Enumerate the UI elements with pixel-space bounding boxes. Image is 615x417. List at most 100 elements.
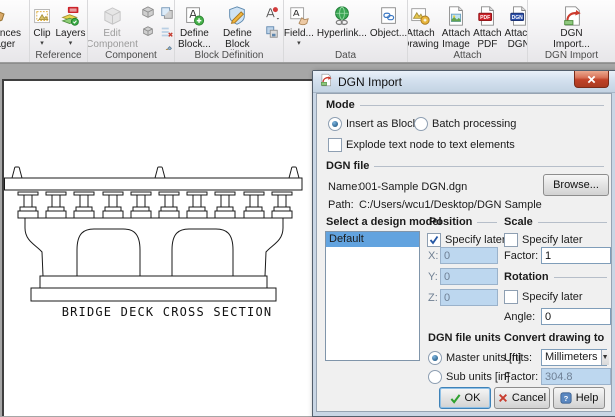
drawing-caption: BRIDGE DECK CROSS SECTION bbox=[62, 305, 273, 319]
right-arch bbox=[172, 229, 233, 276]
attribute-manager-icon[interactable] bbox=[263, 4, 281, 22]
ok-check-icon bbox=[450, 393, 461, 404]
references-manager-label: References Manager bbox=[0, 29, 26, 50]
position-specify-later-checkbox[interactable]: Specify later bbox=[427, 233, 506, 247]
dialog-body: Mode Insert as Block Batch processing Ex… bbox=[316, 93, 612, 412]
mode-header: Mode bbox=[326, 99, 604, 111]
footing-step-1 bbox=[40, 276, 267, 288]
x-input[interactable] bbox=[440, 247, 498, 264]
ribbon-group-reference: Clip ▾ Layers ▾ Reference bbox=[30, 0, 88, 62]
units-label: Units: bbox=[504, 352, 532, 364]
y-input[interactable] bbox=[440, 268, 498, 285]
help-button[interactable]: ? Help bbox=[553, 387, 605, 409]
explode-text-checkbox[interactable]: Explode text node to text elements bbox=[328, 138, 515, 152]
attach-pdf-button[interactable]: PDF Attach PDF bbox=[472, 2, 502, 50]
browse-button[interactable]: Browse... bbox=[543, 174, 609, 196]
object-button[interactable]: Object... bbox=[369, 2, 407, 41]
close-icon bbox=[587, 75, 596, 84]
name-label: Name: bbox=[328, 181, 360, 193]
define-block-attribute-button[interactable]: Define Block Attribute... bbox=[213, 2, 262, 50]
hyperlink-icon bbox=[331, 3, 353, 29]
chevron-down-icon: ▾ bbox=[40, 40, 44, 47]
layers-button[interactable]: Layers ▾ bbox=[55, 2, 87, 48]
define-block-icon bbox=[183, 3, 205, 29]
object-icon bbox=[378, 3, 400, 29]
units-value: Millimeters bbox=[542, 350, 601, 365]
convert-factor-label: Factor: bbox=[504, 371, 538, 383]
dialog-titlebar[interactable]: DGN Import bbox=[313, 71, 615, 93]
clip-icon bbox=[32, 3, 53, 29]
cancel-button[interactable]: Cancel bbox=[494, 387, 550, 409]
field-icon bbox=[288, 3, 310, 29]
x-label: X: bbox=[428, 250, 438, 262]
ribbon-group-data: Field... ▾ Hyperlink... Object... Data bbox=[284, 0, 408, 62]
rotation-specify-later-checkbox[interactable]: Specify later bbox=[504, 290, 583, 304]
z-input[interactable] bbox=[440, 289, 498, 306]
ribbon: References Manager Clip ▾ Layers ▾ Refer… bbox=[0, 0, 615, 63]
ribbon-group-component: Edit Component Component bbox=[88, 0, 175, 62]
ribbon-group-dgn-import: DGN Import... DGN Import bbox=[528, 0, 615, 62]
z-label: Z: bbox=[428, 292, 438, 304]
rotation-header: Rotation bbox=[504, 271, 607, 283]
svg-text:DGN: DGN bbox=[511, 15, 523, 21]
chevron-down-icon: ▾ bbox=[297, 40, 301, 47]
dgn-units-header: DGN file units bbox=[428, 332, 501, 344]
dgn-import-dialog: DGN Import Mode Insert as Block Batch pr… bbox=[312, 70, 615, 417]
path-value: C:/Users/wcu1/Desktop/DGN Sample bbox=[359, 199, 542, 211]
references-manager-button[interactable]: References Manager bbox=[0, 2, 27, 50]
dialog-title-icon bbox=[319, 73, 333, 90]
cancel-x-icon bbox=[498, 393, 508, 403]
units-combobox[interactable]: Millimeters ▼ bbox=[541, 349, 607, 366]
define-block-button[interactable]: Define Block... bbox=[177, 2, 212, 50]
deck-slab bbox=[5, 178, 303, 190]
footing-step-2 bbox=[31, 288, 276, 301]
scale-factor-label: Factor: bbox=[504, 250, 538, 262]
svg-text:PDF: PDF bbox=[480, 15, 490, 21]
y-label: Y: bbox=[428, 271, 438, 283]
define-block-attribute-icon bbox=[226, 3, 248, 29]
insert-as-block-radio[interactable]: Insert as Block bbox=[328, 117, 418, 131]
attach-image-icon bbox=[445, 3, 467, 29]
insert-component-icon[interactable] bbox=[139, 4, 157, 22]
sub-units-radio[interactable]: Sub units [in] bbox=[428, 370, 510, 384]
ribbon-group-attach: Attach Drawing Attach Image PDF Attach P… bbox=[408, 0, 528, 62]
bridge-drawing: BRIDGE DECK CROSS SECTION bbox=[4, 81, 314, 416]
dgn-import-button[interactable]: DGN Import... bbox=[547, 2, 597, 50]
ok-button[interactable]: OK bbox=[439, 387, 491, 409]
position-header: Position bbox=[429, 216, 497, 228]
clip-button[interactable]: Clip ▾ bbox=[31, 2, 54, 48]
ribbon-group-block-definition: Define Block... Define Block Attribute..… bbox=[175, 0, 284, 62]
convert-factor-input[interactable] bbox=[541, 368, 611, 385]
scale-header: Scale bbox=[504, 216, 607, 228]
design-model-list[interactable]: Default bbox=[325, 231, 420, 361]
close-button[interactable] bbox=[574, 71, 609, 88]
attach-pdf-icon: PDF bbox=[476, 3, 498, 29]
angle-label: Angle: bbox=[504, 311, 535, 323]
references-manager-icon bbox=[0, 3, 8, 29]
list-item[interactable]: Default bbox=[326, 232, 419, 247]
edit-component-button[interactable]: Edit Component bbox=[88, 2, 138, 50]
component-tool-icon[interactable] bbox=[158, 42, 174, 50]
chevron-down-icon[interactable]: ▼ bbox=[601, 350, 609, 365]
attach-image-button[interactable]: Attach Image bbox=[441, 2, 471, 50]
svg-text:?: ? bbox=[563, 394, 568, 403]
check-icon bbox=[429, 235, 439, 245]
dgn-file-header: DGN file bbox=[326, 160, 604, 172]
convert-header: Convert drawing to bbox=[504, 332, 604, 344]
angle-input[interactable] bbox=[541, 308, 611, 325]
attach-dgn-button[interactable]: DGN Attach DGN bbox=[504, 2, 527, 50]
name-value: 001-Sample DGN.dgn bbox=[359, 181, 467, 193]
scale-specify-later-checkbox[interactable]: Specify later bbox=[504, 233, 583, 247]
attach-drawing-icon bbox=[409, 3, 431, 29]
block-save-icon[interactable] bbox=[263, 23, 281, 41]
batch-processing-radio[interactable]: Batch processing bbox=[414, 117, 516, 131]
component-library-icon[interactable] bbox=[158, 4, 174, 22]
field-button[interactable]: Field... ▾ bbox=[284, 2, 315, 48]
delete-component-icon[interactable] bbox=[158, 23, 174, 41]
replace-component-icon[interactable] bbox=[139, 23, 157, 41]
attach-drawing-button[interactable]: Attach Drawing bbox=[408, 2, 440, 50]
attach-dgn-icon: DGN bbox=[508, 3, 527, 29]
ribbon-group-cut: References Manager bbox=[0, 0, 30, 62]
scale-factor-input[interactable] bbox=[541, 247, 611, 264]
hyperlink-button[interactable]: Hyperlink... bbox=[316, 2, 368, 41]
